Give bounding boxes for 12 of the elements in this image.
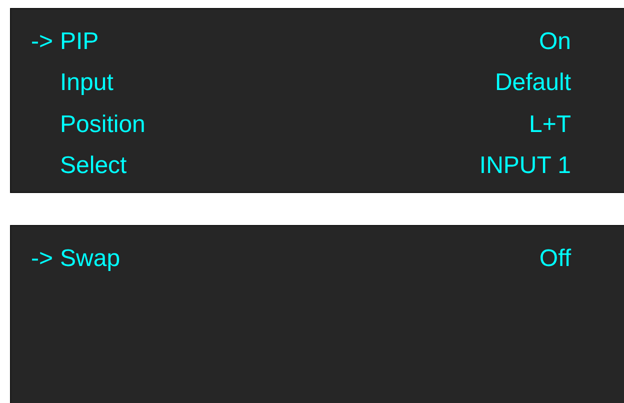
menu-value: INPUT 1 [479, 154, 571, 178]
menu-label[interactable]: Swap [60, 246, 120, 271]
menu-label[interactable]: Input [60, 71, 114, 96]
menu-value: L+T [528, 112, 571, 137]
cursor-marker: -> [31, 246, 54, 271]
menu-label[interactable]: Position [60, 112, 146, 137]
menu-value: Off [539, 246, 571, 271]
menu-label[interactable]: PIP [60, 30, 99, 54]
cursor-marker: -> [31, 30, 54, 54]
menu-label[interactable]: Select [60, 154, 127, 178]
menu-value: On [538, 30, 571, 54]
menu-value: Default [494, 71, 571, 96]
